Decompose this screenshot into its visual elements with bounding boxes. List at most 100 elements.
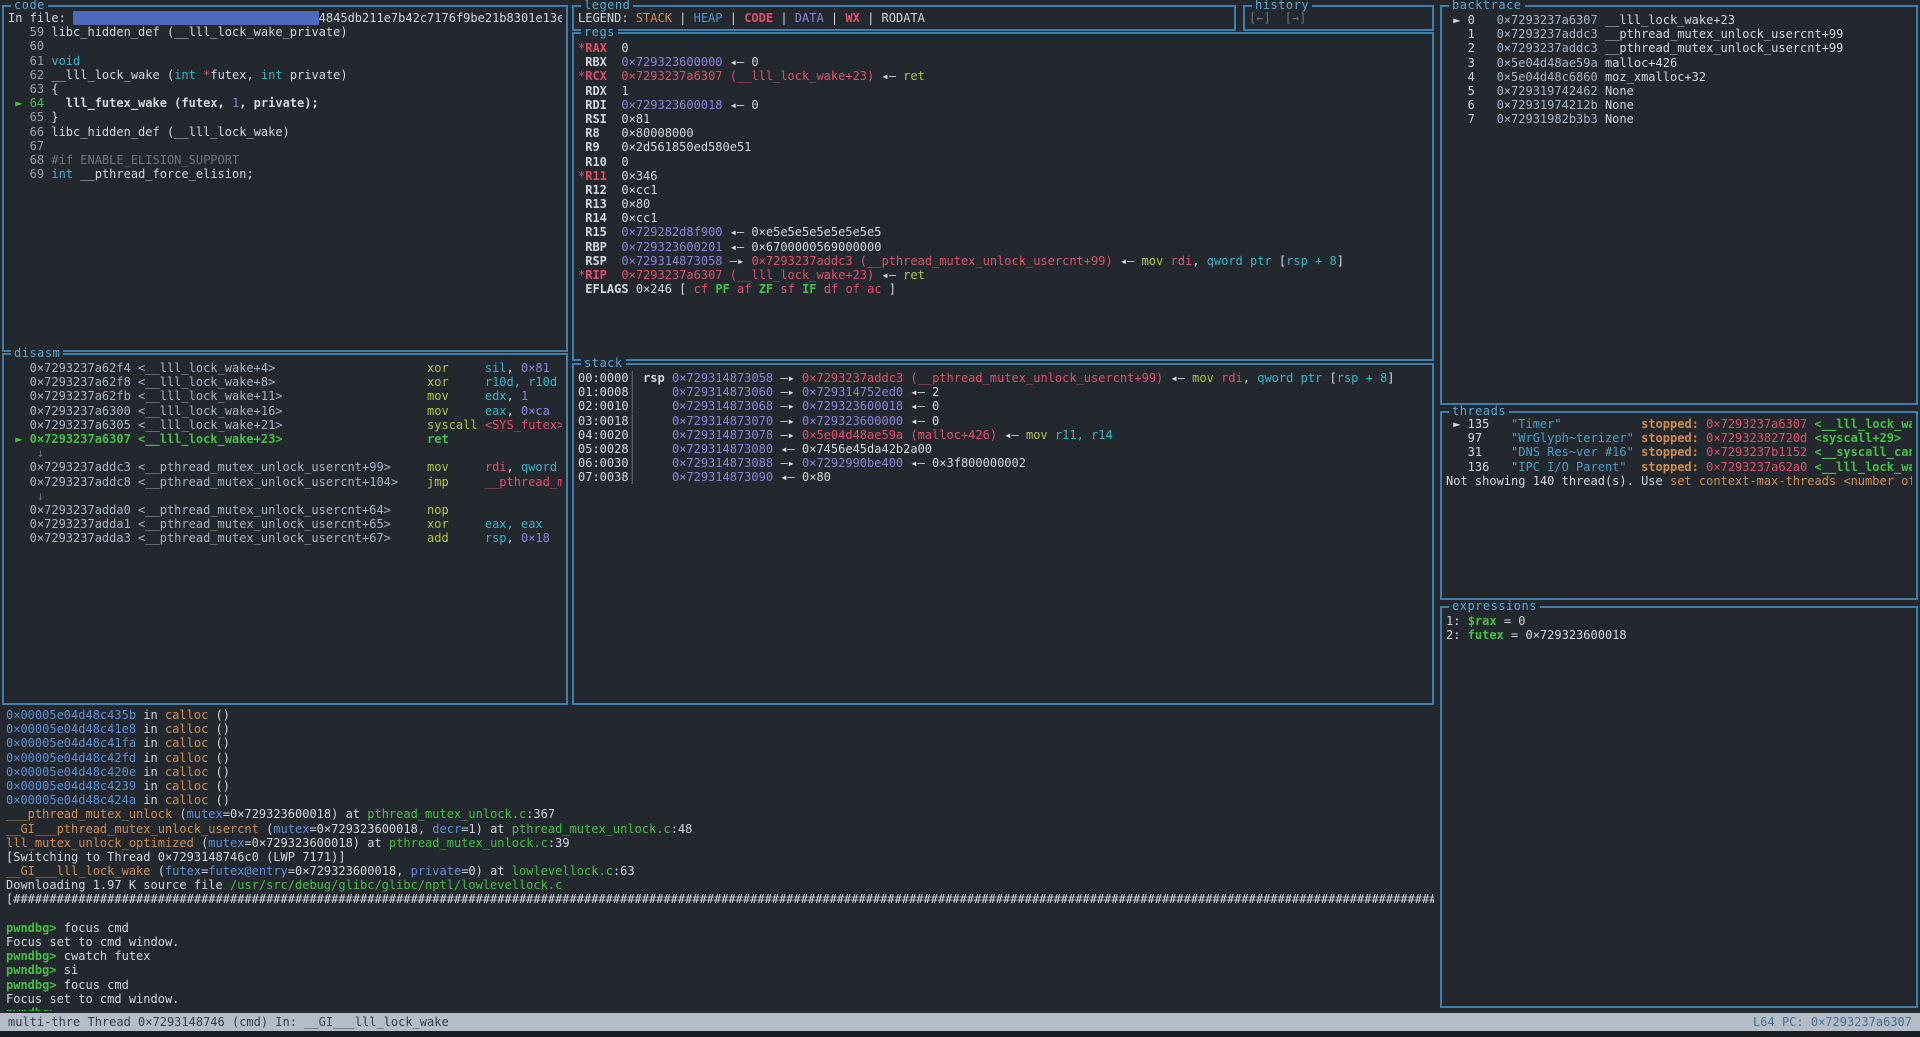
text-segment: 0×7293237addc8 <__pthread_mutex_unlock_u…	[8, 475, 427, 489]
text-line: 00:0000│ rsp 0×729314873058 —▸ 0×7293237…	[578, 371, 1428, 385]
text-segment	[57, 1006, 64, 1011]
history-forward-button[interactable]: [→]	[1285, 11, 1307, 25]
text-segment: ◂— 2	[903, 385, 939, 399]
bottom-strip	[0, 1031, 1920, 1037]
text-segment: si	[57, 963, 79, 977]
text-segment: 03:0018	[578, 414, 629, 428]
text-segment	[1807, 460, 1814, 474]
history-back-button[interactable]: [←]	[1249, 11, 1271, 25]
text-line: 03:0018│ 0×729314873070 —▸ 0×72932360000…	[578, 414, 1428, 428]
text-segment: pwndbg>	[6, 1006, 57, 1011]
text-segment: |	[824, 11, 846, 25]
text-segment	[1634, 431, 1641, 445]
text-segment: in	[136, 722, 165, 736]
text-segment: futex	[1468, 628, 1504, 642]
text-segment: IF	[802, 282, 824, 296]
panel-regs: regs *RAX 0 RBX 0×729323600000 ◂— 0*RCX …	[572, 32, 1434, 361]
text-segment: ► 64	[8, 96, 51, 110]
text-segment: ZF	[759, 282, 781, 296]
text-segment: —▸	[773, 428, 802, 442]
text-segment: __lll_lock_wake+23	[1598, 13, 1735, 27]
text-segment	[449, 517, 485, 531]
legend-content: LEGEND: STACK | HEAP | CODE | DATA | WX …	[574, 7, 1234, 29]
text-segment: in	[136, 779, 165, 793]
text-segment	[73, 11, 319, 25]
text-segment: 31	[1446, 445, 1511, 459]
text-line: 0×00005e04d48c424a in calloc ()	[6, 793, 1434, 807]
text-segment: calloc	[165, 722, 208, 736]
text-segment: private	[411, 864, 462, 878]
text-line: R13 0×80	[578, 197, 1428, 211]
text-line: __GI___pthread_mutex_unlock_usercnt (mut…	[6, 822, 1434, 836]
text-segment: af	[737, 282, 759, 296]
text-segment: syscall	[427, 418, 478, 432]
text-segment: 0×7292990be400	[802, 456, 903, 470]
text-segment: 0×7293237addc3	[1497, 41, 1598, 55]
text-segment: —▸	[773, 414, 802, 428]
text-segment: mov	[427, 404, 449, 418]
text-line: 63 {	[8, 82, 562, 96]
terminal-console[interactable]: 0×00005e04d48c435b in calloc ()0×00005e0…	[6, 708, 1434, 1011]
text-segment: RBP	[585, 240, 607, 254]
text-line: 0×7293237adda1 <__pthread_mutex_unlock_u…	[8, 517, 562, 531]
text-line: 0×00005e04d48c420e in calloc ()	[6, 765, 1434, 779]
text-segment: 0×80008000	[600, 126, 694, 140]
text-segment: {	[51, 82, 58, 96]
text-segment: │	[629, 399, 636, 413]
text-segment: r10d, r10d	[485, 375, 557, 389]
text-segment: 02:0010	[578, 399, 629, 413]
text-line: [Switching to Thread 0×7293148746c0 (LWP…	[6, 850, 1434, 864]
text-segment: ()	[208, 779, 230, 793]
text-segment: None	[1598, 112, 1634, 126]
text-segment: 0×729323600018	[621, 98, 722, 112]
text-segment	[665, 371, 672, 385]
text-segment: 136	[1446, 460, 1511, 474]
text-line: 07:0038│ 0×729314873090 ◂— 0×80	[578, 470, 1428, 484]
text-segment: sf	[780, 282, 802, 296]
text-line: 06:0030│ 0×729314873088 —▸ 0×7292990be40…	[578, 456, 1428, 470]
text-segment: "IPC I/O Parent"	[1511, 460, 1627, 474]
text-segment: __lll_lock_wake (	[51, 68, 174, 82]
text-segment: mutex	[273, 822, 309, 836]
text-segment: 0×729319742462	[1497, 84, 1598, 98]
text-segment: 01:0008	[578, 385, 629, 399]
text-segment: <__syscall_cance	[1815, 445, 1912, 459]
text-segment	[636, 428, 672, 442]
text-segment: 0×729314873088	[672, 456, 773, 470]
text-segment: private)	[283, 68, 348, 82]
panel-stack: stack 00:0000│ rsp 0×729314873058 —▸ 0×7…	[572, 363, 1434, 705]
text-line: 0×00005e04d48c41e8 in calloc ()	[6, 722, 1434, 736]
text-segment: rsp	[643, 371, 665, 385]
text-segment: mov	[1142, 254, 1164, 268]
text-line: 0×00005e04d48c42fd in calloc ()	[6, 751, 1434, 765]
text-line: *RAX 0	[578, 41, 1428, 55]
text-segment: 0×7293237b1152	[1706, 445, 1807, 459]
text-line: *RCX 0×7293237a6307 (__lll_lock_wake+23)…	[578, 69, 1428, 83]
registers-view: *RAX 0 RBX 0×729323600000 ◂— 0*RCX 0×729…	[574, 34, 1432, 359]
text-segment	[607, 55, 621, 69]
text-segment	[478, 418, 485, 432]
text-line: Not showing 140 thread(s). Use set conte…	[1446, 474, 1912, 488]
text-segment: futex@entry	[208, 864, 287, 878]
text-segment: 1	[521, 389, 528, 403]
text-line	[6, 907, 1434, 921]
text-segment	[1214, 371, 1221, 385]
text-segment: 0×246 [	[629, 282, 694, 296]
text-segment: 60	[8, 39, 51, 53]
text-line: lll_mutex_unlock_optimized (mutex=0×7293…	[6, 836, 1434, 850]
text-line: 4 0×5e04d48c6860 moz_xmalloc+32	[1446, 70, 1912, 84]
text-segment	[1048, 428, 1055, 442]
text-segment: 0×7293237a62a0	[1706, 460, 1807, 474]
text-segment	[1807, 417, 1814, 431]
text-segment: 0×7293237a6300 <__lll_lock_wake+16>	[8, 404, 427, 418]
text-line: 7 0×72931982b3b3 None	[1446, 112, 1912, 126]
text-segment: 0×7293237adda0 <__pthread_mutex_unlock_u…	[8, 503, 427, 517]
text-segment: (	[194, 836, 208, 850]
text-segment: CODE	[744, 11, 773, 25]
text-segment: 97	[1446, 431, 1511, 445]
text-segment: │	[629, 385, 636, 399]
text-segment: 0×72931982b3b3	[1497, 112, 1598, 126]
text-segment: RSI	[585, 112, 607, 126]
text-segment: =0) at	[461, 864, 512, 878]
text-segment: calloc	[165, 708, 208, 722]
